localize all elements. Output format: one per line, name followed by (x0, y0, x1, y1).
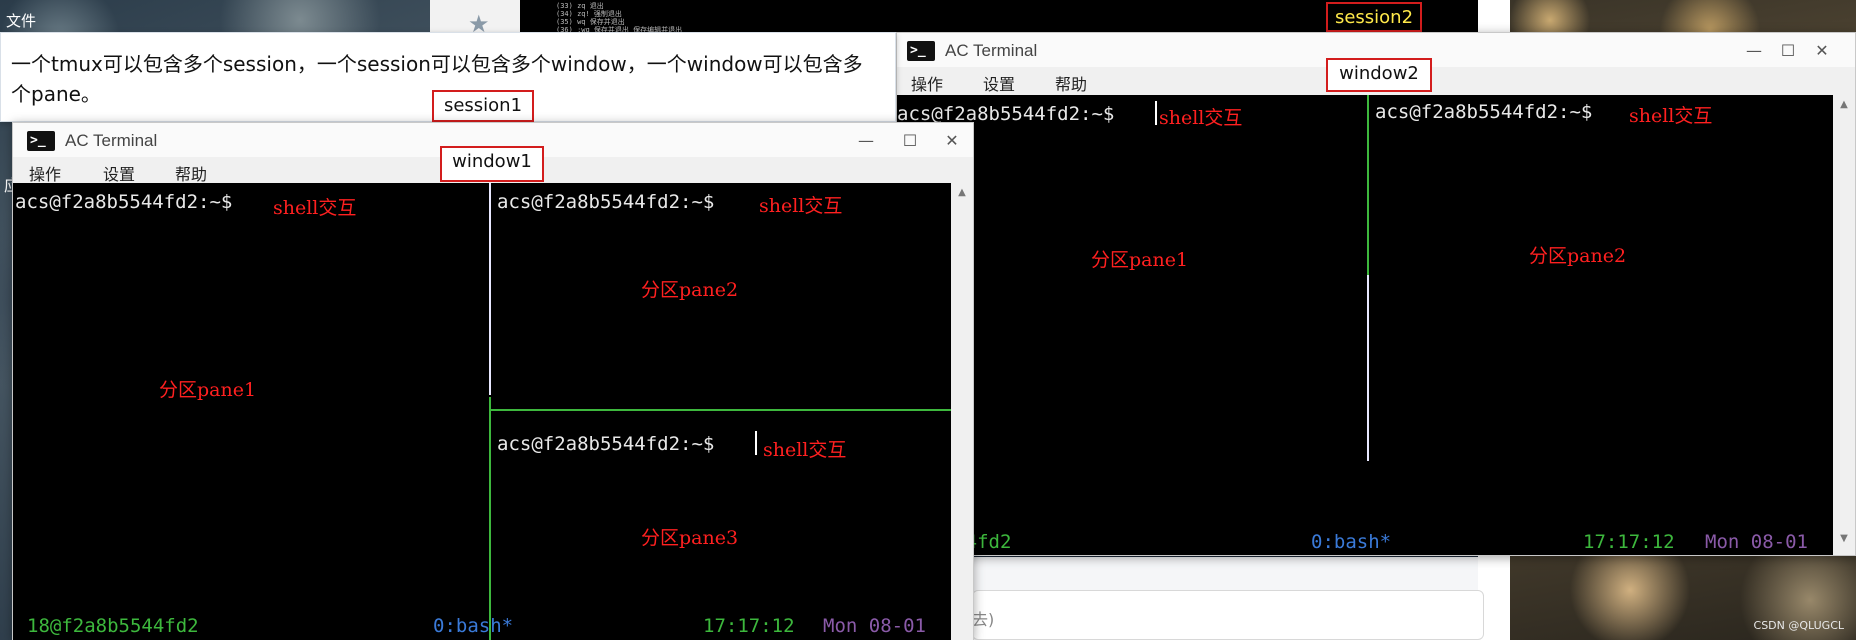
pane3-label: 分区pane3 (641, 527, 739, 549)
menu-item-settings[interactable]: 设置 (103, 161, 135, 185)
pane3-cursor (755, 431, 757, 455)
pane1-shell-note: shell交互 (273, 197, 357, 219)
status-time: 17:17:12 (703, 615, 795, 637)
window2-label: window2 (1326, 58, 1432, 92)
background-terminal-line: (35) wq 保存并退出 (556, 18, 625, 26)
pane1-cursor (1155, 101, 1157, 125)
pane2-label: 分区pane2 (1529, 245, 1627, 267)
pane3-shell-note: shell交互 (763, 439, 847, 461)
pane1-prompt: acs@f2a8b5544fd2:~$ (15, 191, 233, 213)
pane1-label: 分区pane1 (1091, 249, 1189, 271)
scroll-up-icon[interactable]: ▲ (954, 187, 970, 198)
watermark: CSDN @QLUGCL (1753, 619, 1844, 632)
pane2-prompt: acs@f2a8b5544fd2:~$ (497, 191, 715, 213)
terminal-screen[interactable]: acs@f2a8b5544fd2:~$ shell交互 分区pane1 acs@… (897, 95, 1833, 555)
pane2-prompt: acs@f2a8b5544fd2:~$ (1375, 101, 1593, 123)
scrollbar[interactable]: ▲ (951, 183, 973, 640)
pane2-shell-note: shell交互 (1629, 105, 1713, 127)
minimize-icon[interactable]: — (853, 129, 879, 153)
status-date: Mon 08-01 (823, 615, 926, 637)
pane-divider-vertical (1367, 95, 1369, 275)
close-icon[interactable]: ✕ (1809, 39, 1835, 63)
pane-divider-vertical (489, 397, 491, 640)
background-terminal-line: (33) zq 退出 (556, 2, 604, 10)
pane-divider-vertical-active (1367, 275, 1369, 461)
menu-item-actions[interactable]: 操作 (911, 71, 943, 95)
status-window: 0:bash* (1311, 531, 1392, 553)
status-window: 0:bash* (433, 615, 514, 637)
scrollbar[interactable]: ▲ ▼ (1833, 95, 1855, 555)
pane2-label: 分区pane2 (641, 279, 739, 301)
pane-divider-vertical-active (489, 183, 491, 395)
background-input-box[interactable] (972, 590, 1484, 640)
maximize-icon[interactable]: ☐ (897, 129, 923, 153)
minimize-icon[interactable]: — (1741, 39, 1767, 63)
menu-item-actions[interactable]: 操作 (29, 161, 61, 185)
terminal-icon: >_ (907, 41, 935, 61)
terminal-window-2[interactable]: >_ AC Terminal — ☐ ✕ 操作 设置 帮助 acs@f2a8b5… (896, 32, 1856, 556)
background-file-menu[interactable]: 文件 (6, 10, 36, 31)
terminal-screen[interactable]: acs@f2a8b5544fd2:~$ shell交互 分区pane1 acs@… (13, 183, 951, 640)
background-input-hint: 去) (972, 610, 995, 629)
menu-item-settings[interactable]: 设置 (983, 71, 1015, 95)
maximize-icon[interactable]: ☐ (1775, 39, 1801, 63)
terminal-window-1[interactable]: >_ AC Terminal — ☐ ✕ 操作 设置 帮助 acs@f2a8b5… (12, 122, 974, 640)
background-terminal-line: (34) zq! 强制退出 (556, 10, 622, 18)
pane1-shell-note: shell交互 (1159, 107, 1243, 129)
status-host: 18@f2a8b5544fd2 (27, 615, 199, 637)
session2-label: session2 (1326, 2, 1422, 32)
pane-divider-horizontal (489, 409, 951, 411)
terminal-icon: >_ (27, 131, 55, 151)
status-time: 17:17:12 (1583, 531, 1675, 553)
session1-label: session1 (432, 90, 534, 122)
scroll-down-icon[interactable]: ▼ (1836, 533, 1852, 544)
menu-item-help[interactable]: 帮助 (175, 161, 207, 185)
pane3-prompt: acs@f2a8b5544fd2:~$ (497, 433, 715, 455)
window1-label: window1 (440, 146, 544, 182)
window-title: AC Terminal (945, 41, 1038, 60)
pane1-label: 分区pane1 (159, 379, 257, 401)
scroll-up-icon[interactable]: ▲ (1836, 99, 1852, 110)
menu-item-help[interactable]: 帮助 (1055, 71, 1087, 95)
window-title: AC Terminal (65, 131, 158, 150)
status-date: Mon 08-01 (1705, 531, 1808, 553)
close-icon[interactable]: ✕ (939, 129, 965, 153)
pane2-shell-note: shell交互 (759, 195, 843, 217)
